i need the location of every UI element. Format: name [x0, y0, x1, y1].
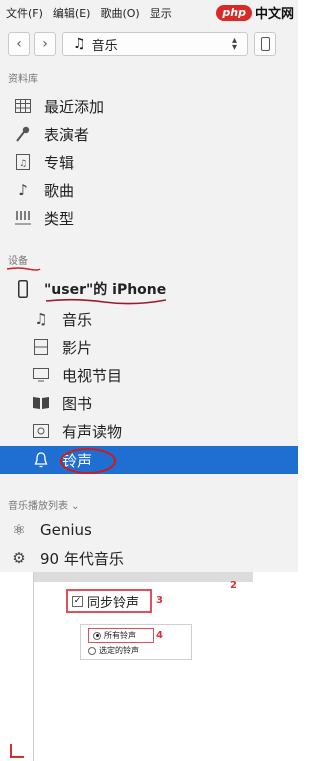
gear-icon: ⚙ — [12, 549, 26, 567]
device-item-books[interactable]: 图书 — [0, 389, 298, 417]
watermark: php 中文网 — [216, 3, 294, 22]
menu-view[interactable]: 显示 — [150, 5, 172, 21]
sidebar-item-label: 类型 — [44, 209, 75, 228]
playlist-90s[interactable]: ⚙ 90 年代音乐 — [0, 544, 298, 572]
device-item-label: 音乐 — [62, 310, 93, 329]
device-item-movies[interactable]: 影片 — [0, 333, 298, 361]
panel-top-bar — [33, 572, 253, 582]
back-button[interactable]: ‹ — [8, 32, 30, 56]
music-note-icon: ♫ — [34, 310, 48, 328]
menu-edit[interactable]: 编辑(E) — [53, 5, 91, 21]
menu-file[interactable]: 文件(F) — [6, 5, 43, 21]
svg-text:♫: ♫ — [19, 159, 27, 169]
watermark-text: 中文网 — [254, 7, 294, 22]
radio-selected-ringtones[interactable]: 选定的铃声 — [88, 645, 139, 656]
device-item-label: 影片 — [62, 338, 93, 357]
red-circle-ringtones — [60, 448, 116, 474]
device-item-music[interactable]: ♫ 音乐 — [0, 305, 298, 333]
sidebar-item-label: 专辑 — [44, 153, 75, 172]
sync-ringtones-checkbox[interactable]: ✓ 同步铃声 — [66, 589, 152, 613]
annotation-3: 3 — [156, 595, 163, 606]
toolbar: ‹ › ♫ 音乐 ▴ ▾ — [8, 32, 288, 58]
genre-icon — [14, 209, 32, 227]
library-header: 资料库 — [8, 74, 38, 85]
radio-selected-icon — [93, 631, 101, 640]
annotation-2: 2 — [230, 580, 237, 591]
sidebar-item-albums[interactable]: ♫ 专辑 — [0, 148, 298, 176]
album-icon: ♫ — [14, 153, 32, 171]
device-item-label: 图书 — [62, 394, 93, 413]
radio-empty-icon — [88, 646, 96, 655]
playlist-genius[interactable]: ⚛ Genius — [0, 516, 298, 544]
forward-button[interactable]: › — [34, 32, 56, 56]
sidebar-item-label: 歌曲 — [44, 181, 75, 200]
chevron-left-icon: ‹ — [16, 36, 22, 52]
device-item-audiobooks[interactable]: 有声读物 — [0, 417, 298, 445]
bell-icon — [32, 451, 50, 469]
watermark-logo: php — [216, 4, 252, 21]
checkbox-checked-icon: ✓ — [72, 595, 83, 607]
iphone-icon — [14, 280, 32, 298]
sidebar-item-artists[interactable]: 表演者 — [0, 120, 298, 148]
source-select[interactable]: ♫ 音乐 ▴ ▾ — [62, 32, 248, 56]
sidebar-item-label: 最近添加 — [44, 97, 105, 116]
playlist-label: Genius — [40, 521, 92, 539]
devices-header: 设备 — [8, 256, 28, 267]
chevron-right-icon: › — [42, 36, 48, 52]
annotation-4: 4 — [156, 630, 163, 641]
genius-atom-icon: ⚛ — [12, 521, 26, 539]
sidebar-item-recently-added[interactable]: 最近添加 — [0, 92, 298, 120]
sync-panel: 2 ✓ 同步铃声 3 所有铃声 4 选定的铃声 — [0, 572, 298, 761]
red-underline-devices — [6, 267, 41, 271]
grid-icon — [14, 97, 32, 115]
device-item-label: 有声读物 — [62, 422, 123, 441]
device-item-ringtones[interactable]: 铃声 — [0, 446, 298, 474]
menu-song[interactable]: 歌曲(O) — [100, 5, 139, 21]
iphone-icon — [261, 37, 270, 51]
microphone-icon — [14, 125, 32, 143]
device-button[interactable] — [254, 32, 276, 56]
radio-all-ringtones[interactable]: 所有铃声 — [88, 628, 154, 643]
audiobook-icon — [32, 422, 50, 440]
playlists-header: 音乐播放列表 ⌄ — [8, 501, 80, 512]
itunes-sidebar: 文件(F) 编辑(E) 歌曲(O) 显示 php 中文网 ‹ › ♫ 音乐 ▴ ▾… — [0, 0, 298, 572]
radio-selected-label: 选定的铃声 — [99, 646, 139, 655]
sync-ringtones-label: 同步铃声 — [87, 595, 140, 611]
radio-all-label: 所有铃声 — [104, 631, 136, 640]
book-icon — [32, 394, 50, 412]
corner-mark — [10, 744, 24, 758]
tv-icon — [32, 366, 50, 384]
music-note-icon: ♪ — [18, 181, 28, 199]
music-note-icon: ♫ — [73, 36, 86, 52]
film-icon — [32, 338, 50, 356]
updown-icon: ▴ ▾ — [231, 35, 237, 53]
panel-left-border — [33, 572, 34, 761]
sidebar-item-genres[interactable]: 类型 — [0, 204, 298, 232]
device-item-label: 电视节目 — [62, 366, 123, 385]
source-select-label: 音乐 — [91, 38, 118, 54]
device-item-tv-shows[interactable]: 电视节目 — [0, 361, 298, 389]
playlist-label: 90 年代音乐 — [40, 549, 124, 568]
sidebar-item-label: 表演者 — [44, 125, 90, 144]
sidebar-item-songs[interactable]: ♪ 歌曲 — [0, 176, 298, 204]
